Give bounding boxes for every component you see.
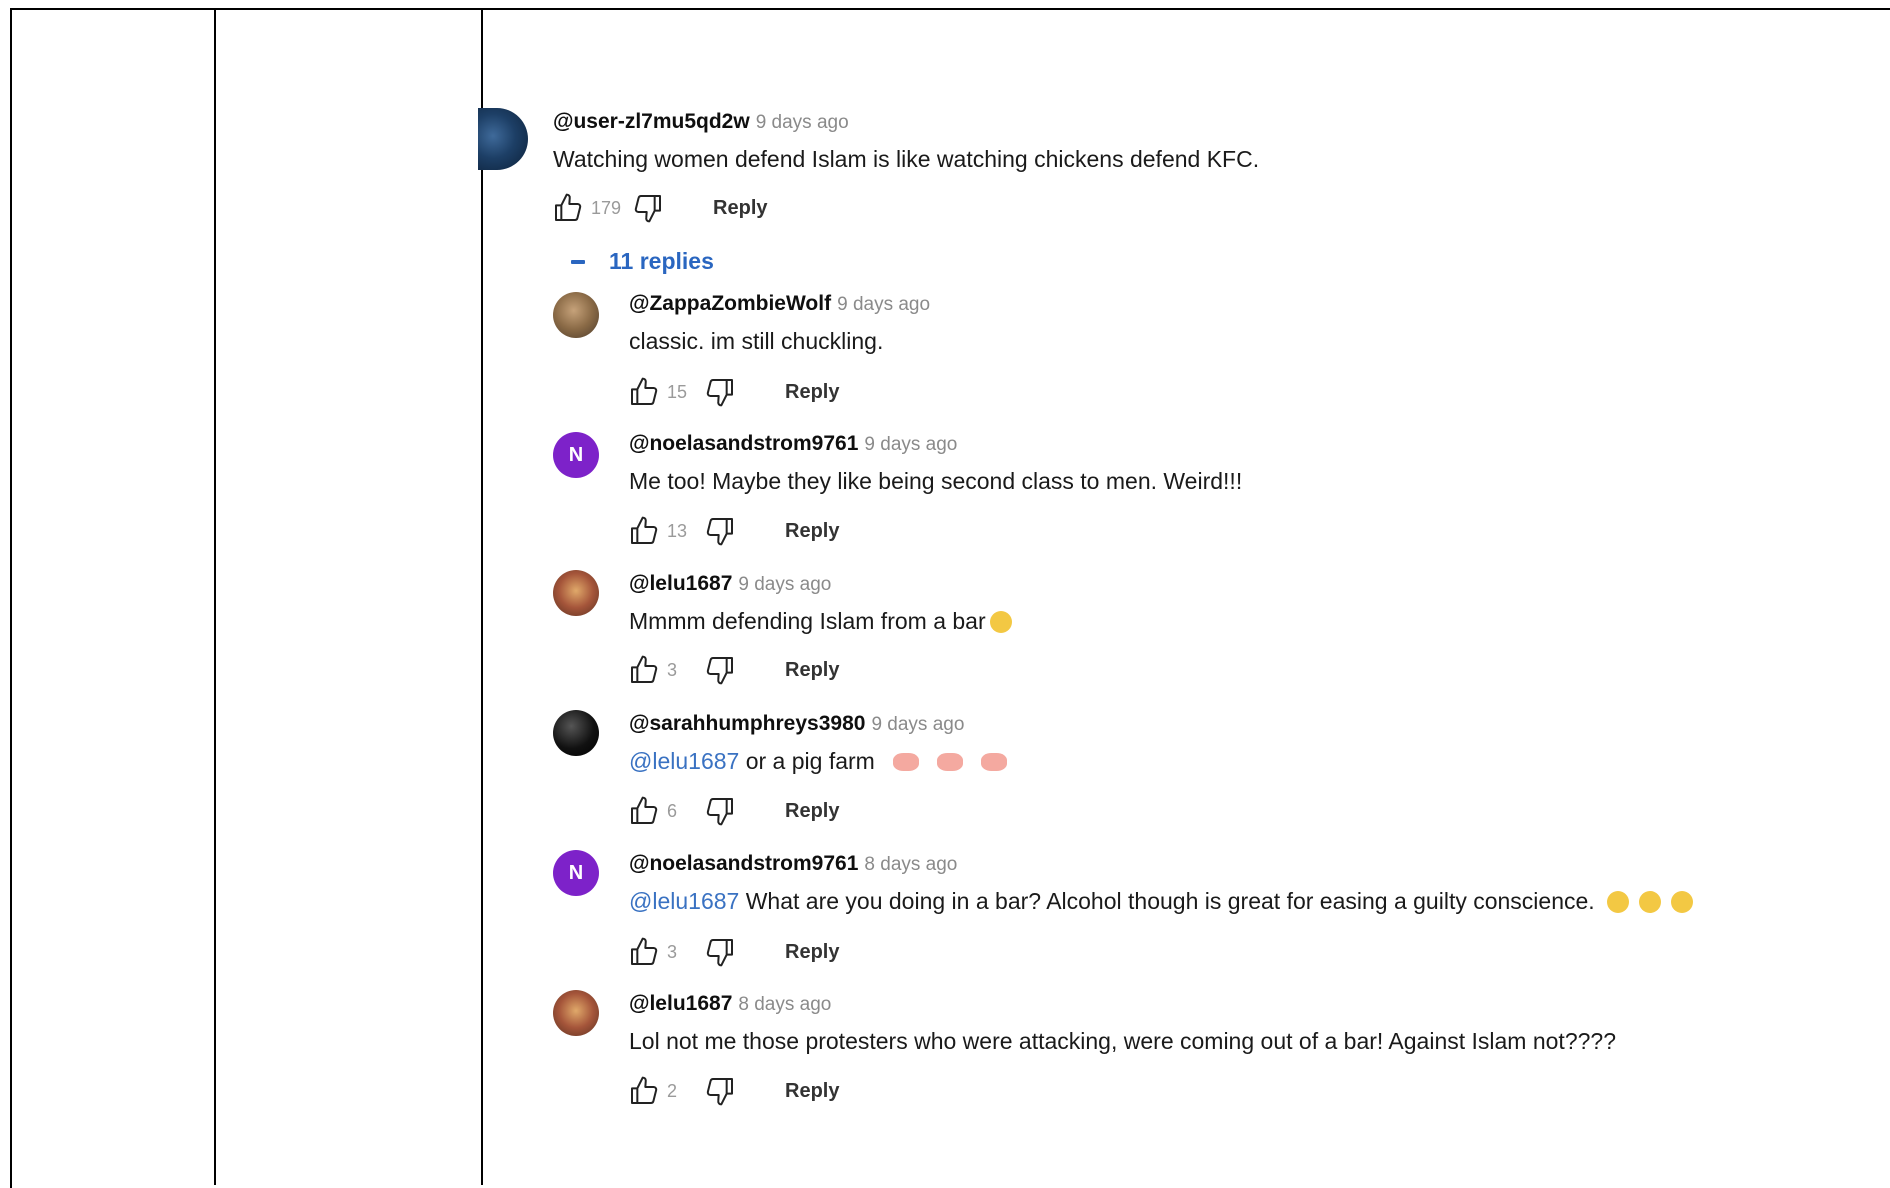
thumbs-down-icon[interactable] (703, 515, 737, 547)
comment-time[interactable]: 9 days ago (756, 112, 849, 133)
comment-time[interactable]: 9 days ago (864, 434, 957, 455)
comment-time[interactable]: 9 days ago (738, 574, 831, 595)
comment-actions: 3 Reply (627, 654, 839, 686)
reply-comment: @sarahhumphreys3980 9 days ago @lelu1687 … (629, 712, 1007, 775)
comment-time[interactable]: 9 days ago (837, 294, 930, 315)
comment-actions: 3 Reply (627, 936, 839, 968)
reply-comment: @lelu1687 9 days ago Mmmm defending Islam… (629, 572, 1012, 635)
comment-text: What are you doing in a bar? Alcohol tho… (739, 888, 1595, 914)
avatar[interactable]: N (553, 850, 599, 896)
avatar[interactable] (553, 710, 599, 756)
like-count: 2 (667, 1080, 678, 1101)
reply-comment: @lelu1687 8 days ago Lol not me those pro… (629, 992, 1616, 1055)
thumbs-up-icon[interactable] (627, 515, 661, 547)
reply-comment: @noelasandstrom9761 9 days ago Me too! Ma… (629, 432, 1242, 495)
like-count: 13 (667, 520, 688, 541)
comment-author[interactable]: @ZappaZombieWolf (629, 292, 831, 315)
comment-actions: 15 Reply (627, 376, 839, 408)
thumbs-down-icon[interactable] (703, 1075, 737, 1107)
comment-text: Watching women defend Islam is like watc… (553, 146, 1260, 172)
comment-author[interactable]: @sarahhumphreys3980 (629, 712, 865, 735)
comment-author[interactable]: @user-zl7mu5qd2w (553, 110, 750, 133)
comment-author[interactable]: @lelu1687 (629, 572, 732, 595)
pig-emoji-icon (980, 753, 1007, 771)
like-count: 3 (667, 941, 678, 962)
avatar[interactable] (553, 990, 599, 1036)
comment-text: or a pig farm (739, 748, 875, 774)
avatar[interactable]: N (553, 432, 599, 478)
pig-emoji-icon (892, 753, 919, 771)
avatar[interactable] (553, 570, 599, 616)
mention-link[interactable]: @lelu1687 (629, 888, 739, 914)
thumbs-up-icon[interactable] (551, 192, 585, 224)
reply-button[interactable]: Reply (713, 197, 767, 220)
comment-screenshot: @user-zl7mu5qd2w 9 days ago Watching wome… (478, 100, 1890, 1120)
like-count: 179 (591, 197, 622, 218)
comment-time[interactable]: 9 days ago (871, 714, 964, 735)
rofl-emoji-icon (1638, 891, 1661, 913)
top-comment: @user-zl7mu5qd2w 9 days ago Watching wome… (553, 110, 1259, 173)
comment-actions: 179 Reply (551, 192, 768, 224)
avatar[interactable] (478, 108, 528, 170)
comment-actions: 6 Reply (627, 795, 839, 827)
thumbs-down-icon[interactable] (703, 654, 737, 686)
mention-link[interactable]: @lelu1687 (629, 748, 739, 774)
reply-comment: @ZappaZombieWolf 9 days ago classic. im s… (629, 292, 930, 355)
thumbs-up-icon[interactable] (627, 376, 661, 408)
comment-author[interactable]: @noelasandstrom9761 (629, 852, 858, 875)
laughing-emoji-icon (1670, 891, 1693, 913)
reply-button[interactable]: Reply (785, 520, 839, 543)
table-divider-1 (214, 8, 216, 1185)
reply-button[interactable]: Reply (785, 381, 839, 404)
laughing-emoji-icon (1606, 891, 1629, 913)
like-count: 3 (667, 659, 678, 680)
laughing-emoji-icon (989, 611, 1012, 633)
comment-time[interactable]: 8 days ago (738, 994, 831, 1015)
thumbs-down-icon[interactable] (703, 795, 737, 827)
comment-text: Mmmm defending Islam from a bar (629, 608, 986, 634)
thumbs-down-icon[interactable] (703, 376, 737, 408)
reply-button[interactable]: Reply (785, 941, 839, 964)
comment-text: Lol not me those protesters who were att… (629, 1028, 1616, 1054)
thumbs-down-icon[interactable] (631, 192, 665, 224)
reply-comment: @noelasandstrom9761 8 days ago @lelu1687 … (629, 852, 1693, 915)
comment-actions: 13 Reply (627, 515, 839, 547)
thumbs-up-icon[interactable] (627, 936, 661, 968)
comment-author[interactable]: @noelasandstrom9761 (629, 432, 858, 455)
pig-emoji-icon (936, 753, 963, 771)
comment-text: classic. im still chuckling. (629, 328, 884, 354)
thumbs-down-icon[interactable] (703, 936, 737, 968)
like-count: 6 (667, 800, 678, 821)
comment-time[interactable]: 8 days ago (864, 854, 957, 875)
avatar[interactable] (553, 292, 599, 338)
thumbs-up-icon[interactable] (627, 654, 661, 686)
comment-author[interactable]: @lelu1687 (629, 992, 732, 1015)
replies-count: 11 replies (609, 248, 714, 274)
comment-text: Me too! Maybe they like being second cla… (629, 468, 1243, 494)
reply-button[interactable]: Reply (785, 659, 839, 682)
comment-actions: 2 Reply (627, 1075, 839, 1107)
like-count: 15 (667, 381, 688, 402)
reply-button[interactable]: Reply (785, 800, 839, 823)
replies-toggle[interactable]: 11 replies (571, 248, 714, 275)
thumbs-up-icon[interactable] (627, 1075, 661, 1107)
thumbs-up-icon[interactable] (627, 795, 661, 827)
caret-up-icon (571, 259, 585, 264)
reply-button[interactable]: Reply (785, 1080, 839, 1103)
